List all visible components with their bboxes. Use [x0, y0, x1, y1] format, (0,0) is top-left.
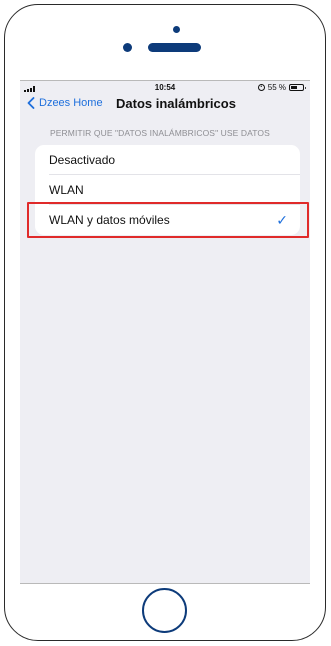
option-label: WLAN [49, 183, 84, 197]
home-button[interactable] [142, 588, 187, 633]
option-wlan[interactable]: WLAN [35, 175, 300, 205]
front-camera [123, 43, 132, 52]
navigation-bar: Dzees Home Datos inalámbricos [20, 95, 310, 117]
rotation-lock-icon: • [257, 84, 265, 91]
option-desactivado[interactable]: Desactivado [35, 145, 300, 175]
back-label: Dzees Home [39, 97, 103, 109]
section-header: PERMITIR QUE "DATOS INALÁMBRICOS" USE DA… [50, 128, 270, 138]
page-title: Datos inalámbricos [116, 96, 236, 111]
speaker-grille [148, 43, 201, 52]
camera-dot [173, 26, 180, 33]
option-wlan-datos-moviles[interactable]: WLAN y datos móviles ✓ [35, 205, 300, 235]
back-button[interactable]: Dzees Home [27, 97, 103, 109]
option-label: Desactivado [49, 153, 116, 167]
battery-icon [289, 84, 306, 91]
chevron-left-icon [27, 97, 35, 109]
option-label: WLAN y datos móviles [49, 213, 170, 227]
options-list: Desactivado WLAN WLAN y datos móviles ✓ [35, 145, 300, 235]
battery-fill [291, 86, 298, 89]
battery-percent: 55 % [267, 83, 286, 92]
checkmark-icon: ✓ [276, 212, 288, 228]
screen: 10:54 • 55 % Dzees Home Datos inalámbric… [20, 80, 310, 584]
